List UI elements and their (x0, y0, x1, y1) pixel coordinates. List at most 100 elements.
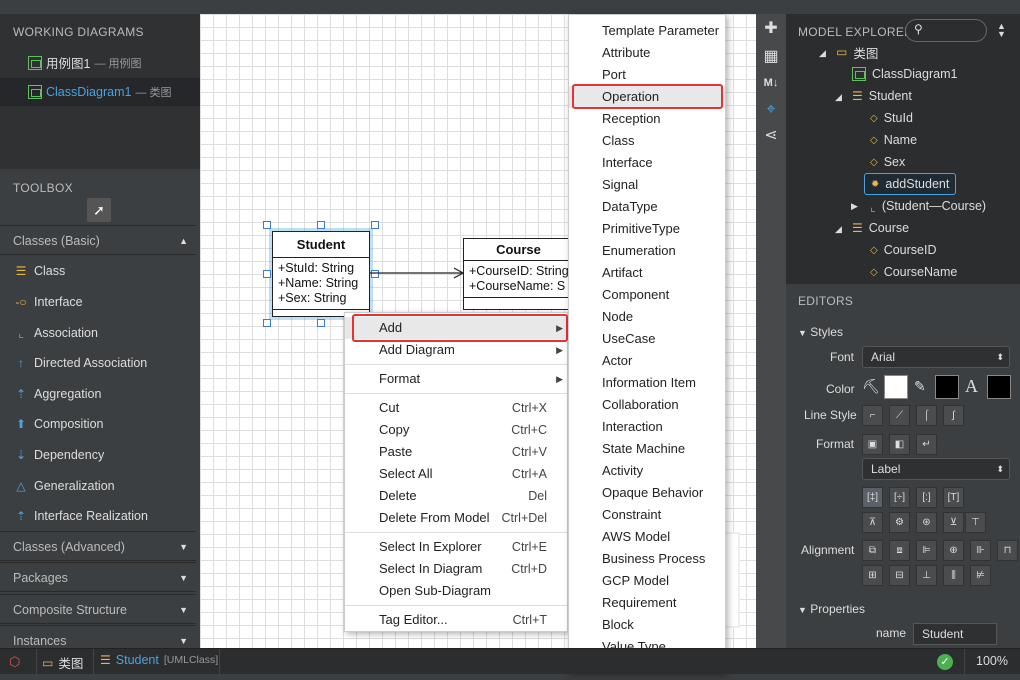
markdown-icon[interactable]: M↓ (761, 73, 781, 93)
expand-icon[interactable]: ▶ (851, 201, 858, 212)
submenu-item-reception[interactable]: Reception (569, 108, 725, 130)
tool-association[interactable]: ⌞ Association (14, 322, 98, 344)
class-student[interactable]: Student +StuId: String +Name: String +Se… (269, 228, 373, 320)
styles-section[interactable]: ▼ Styles (798, 325, 843, 339)
line-curve-icon[interactable]: ∫ (943, 405, 964, 426)
selection-handle[interactable] (263, 319, 271, 327)
align-left-icon[interactable]: ⊫ (916, 540, 937, 561)
section-classes-advanced[interactable]: Classes (Advanced) ▼ (0, 531, 196, 561)
fill-color-swatch[interactable] (884, 375, 908, 399)
font-color-swatch[interactable] (987, 375, 1011, 399)
crosshair-icon[interactable]: ⌖ (761, 100, 781, 120)
menu-item-cut[interactable]: Cut Ctrl+X (345, 397, 567, 419)
tool-interface[interactable]: -○ Interface (14, 291, 82, 313)
show-property-icon[interactable]: ⊛ (916, 512, 937, 533)
menu-item-select-in-diagram[interactable]: Select In Diagram Ctrl+D (345, 558, 567, 580)
tool-generalization[interactable]: △ Generalization (14, 475, 114, 497)
submenu-item-actor[interactable]: Actor (569, 350, 725, 372)
show-visibility-icon[interactable]: ⊼ (862, 512, 883, 533)
association-line[interactable] (370, 266, 465, 280)
format-shadow-icon[interactable]: ▣ (862, 434, 883, 455)
selection-handle[interactable] (263, 270, 271, 278)
submenu-item-primitivetype[interactable]: PrimitiveType (569, 218, 725, 240)
explorer-item-attribute[interactable]: ◇ Name (870, 130, 917, 150)
font-select[interactable]: Arial ⬍ (862, 346, 1010, 368)
section-instances[interactable]: Instances ▼ (0, 625, 196, 649)
line-color-swatch[interactable] (935, 375, 959, 399)
line-rounded-icon[interactable]: ⌠ (916, 405, 937, 426)
name-input[interactable]: Student (913, 623, 997, 645)
submenu-item-component[interactable]: Component (569, 284, 725, 306)
explorer-item-attribute[interactable]: ◇ CourseName (870, 262, 957, 282)
menu-item-delete[interactable]: Delete Del (345, 485, 567, 507)
submenu-item-usecase[interactable]: UseCase (569, 328, 725, 350)
menu-item-format[interactable]: Format ▶ (345, 368, 567, 390)
menu-item-paste[interactable]: Paste Ctrl+V (345, 441, 567, 463)
menu-item-open-sub-diagram[interactable]: Open Sub-Diagram (345, 580, 567, 602)
show-namespace-icon[interactable]: ⚙ (889, 512, 910, 533)
submenu-item-port[interactable]: Port (569, 64, 725, 86)
menu-item-copy[interactable]: Copy Ctrl+C (345, 419, 567, 441)
align-right-icon[interactable]: ⊪ (970, 540, 991, 561)
submenu-item-opaque-behavior[interactable]: Opaque Behavior (569, 482, 725, 504)
space-equally-v-icon[interactable]: ⊭ (970, 565, 991, 586)
submenu-item-interaction[interactable]: Interaction (569, 416, 725, 438)
selection-handle[interactable] (317, 319, 325, 327)
submenu-item-collaboration[interactable]: Collaboration (569, 394, 725, 416)
submenu-item-attribute[interactable]: Attribute (569, 42, 725, 64)
format-wrap-icon[interactable]: ↵ (916, 434, 937, 455)
paint-icon[interactable]: ⛏ (862, 378, 880, 395)
model-icon[interactable]: ⬡ (9, 654, 20, 670)
sort-icon[interactable]: ▲ ▼ (997, 22, 1006, 39)
align-back-icon[interactable]: ⧈ (889, 540, 910, 561)
suppress-attributes-icon[interactable]: [‡] (862, 487, 883, 508)
align-middle-icon[interactable]: ⊟ (889, 565, 910, 586)
submenu-item-gcp-model[interactable]: GCP Model (569, 570, 725, 592)
class-course[interactable]: Course +CourseID: String +CourseName: S (463, 238, 573, 310)
share-icon[interactable]: ⋖ (761, 126, 781, 146)
explorer-item-operation[interactable]: ✹ addStudent (864, 173, 957, 195)
suppress-operations-icon[interactable]: [÷] (889, 487, 910, 508)
explorer-item-package[interactable]: ▭ 类图 (836, 42, 878, 62)
line-oblique-icon[interactable]: ⟋ (889, 405, 910, 426)
explorer-item-course[interactable]: ☰ Course (852, 218, 909, 238)
space-equally-h-icon[interactable]: ⫼ (943, 565, 964, 586)
show-multiplicity-icon[interactable]: ⊤ (965, 512, 986, 533)
submenu-item-template-parameter[interactable]: Template Parameter (569, 20, 725, 42)
section-classes-basic[interactable]: Classes (Basic) ▲ (0, 225, 196, 255)
explorer-search-input[interactable]: ⚲ (905, 19, 987, 42)
working-diagram-item-usecase[interactable]: 用例图1 — 用例图 (28, 53, 142, 72)
menu-item-tag-editor[interactable]: Tag Editor... Ctrl+T (345, 609, 567, 631)
submenu-item-constraint[interactable]: Constraint (569, 504, 725, 526)
line-rectilinear-icon[interactable]: ⌐ (862, 405, 883, 426)
tool-composition[interactable]: ⬆ Composition (14, 413, 104, 435)
collapse-icon[interactable]: ◢ (819, 48, 826, 59)
submenu-item-signal[interactable]: Signal (569, 174, 725, 196)
properties-section[interactable]: ▼ Properties (798, 602, 865, 616)
section-packages[interactable]: Packages ▼ (0, 562, 196, 592)
submenu-item-state-machine[interactable]: State Machine (569, 438, 725, 460)
explorer-item-classdiagram[interactable]: ClassDiagram1 (852, 64, 957, 84)
submenu-item-requirement[interactable]: Requirement (569, 592, 725, 614)
submenu-item-node[interactable]: Node (569, 306, 725, 328)
collapse-icon[interactable]: ◢ (835, 224, 842, 235)
suppress-receptions-icon[interactable]: [:] (916, 487, 937, 508)
menu-item-select-in-explorer[interactable]: Select In Explorer Ctrl+E (345, 536, 567, 558)
check-icon[interactable]: ✓ (937, 654, 953, 670)
collapse-icon[interactable]: ◢ (835, 92, 842, 103)
align-center-icon[interactable]: ⊕ (943, 540, 964, 561)
layout-icon[interactable]: ▦ (761, 47, 781, 67)
submenu-item-business-process[interactable]: Business Process (569, 548, 725, 570)
submenu-item-information-item[interactable]: Information Item (569, 372, 725, 394)
format-fill-icon[interactable]: ◧ (889, 434, 910, 455)
tool-dependency[interactable]: ⇣ Dependency (14, 444, 104, 466)
format-select[interactable]: Label ⬍ (862, 458, 1010, 480)
explorer-item-attribute[interactable]: ◇ Sex (870, 152, 905, 172)
zoom-level[interactable]: 100% (976, 654, 1008, 668)
font-color-icon[interactable]: A (965, 376, 978, 397)
explorer-item-attribute[interactable]: ◇ StuId (870, 108, 913, 128)
align-bottom-icon[interactable]: ⊥ (916, 565, 937, 586)
tool-aggregation[interactable]: ⇡ Aggregation (14, 383, 101, 405)
selection-handle[interactable] (371, 221, 379, 229)
tool-class[interactable]: ☰ Class (14, 260, 66, 282)
